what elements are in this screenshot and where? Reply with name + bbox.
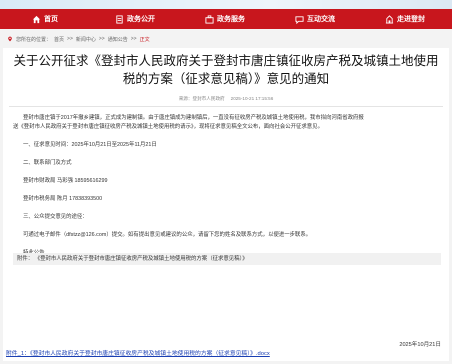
section-2-heading: 二、联系部门及方式 bbox=[23, 160, 72, 166]
breadcrumb-separator: >> bbox=[130, 36, 137, 42]
service-icon bbox=[205, 14, 214, 24]
attachment-download: 附件_1：《登封市人民政府关于登封市唐庄镇征收房产税及城镇土地使用税的方案（征求… bbox=[6, 348, 270, 357]
nav-item-gov-open[interactable]: 政务公开 bbox=[90, 9, 180, 29]
attachment-label: 附件： bbox=[17, 256, 34, 262]
nav-label: 互动交流 bbox=[307, 16, 335, 23]
location-pin-icon bbox=[7, 36, 13, 42]
nav-item-interaction[interactable]: 互动交流 bbox=[270, 9, 360, 29]
breadcrumb-news-center[interactable]: 新闻中心 bbox=[76, 36, 96, 43]
main-nav: 首页 政务公开 政务服务 互动交流 走进登封 bbox=[0, 9, 452, 29]
email-submission-line: 可通过电子邮件（dfstzz@126.com）提交。如有提出意见或建议的公众，请… bbox=[23, 232, 312, 238]
nav-label: 首页 bbox=[44, 16, 58, 23]
nav-label: 政务服务 bbox=[217, 16, 245, 23]
breadcrumb-separator: >> bbox=[67, 36, 73, 42]
breadcrumb-home[interactable]: 首页 bbox=[54, 36, 64, 43]
nav-item-about[interactable]: 走进登封 bbox=[360, 9, 450, 29]
nav-item-home[interactable]: 首页 bbox=[0, 9, 90, 29]
nav-item-gov-service[interactable]: 政务服务 bbox=[180, 9, 270, 29]
article-card: 关于公开征求《登封市人民政府关于登封市唐庄镇征收房产税及城镇土地使用税的方案（征… bbox=[3, 48, 449, 361]
building-icon bbox=[385, 14, 394, 24]
breadcrumb-notices[interactable]: 通知公告 bbox=[108, 36, 128, 43]
article-title: 关于公开征求《登封市人民政府关于登封市唐庄镇征收房产税及城镇土地使用税的方案（征… bbox=[13, 54, 439, 86]
breadcrumb: 您所在的位置： 首页 >> 新闻中心 >> 通知公告 >> 正文 bbox=[7, 34, 150, 44]
attachment-download-link[interactable]: 附件_1：《登封市人民政府关于登封市唐庄镇征收房产税及城镇土地使用税的方案（征求… bbox=[6, 351, 270, 357]
article-meta: 来源：登封市人民政府 2025-10-21 17:15:56 bbox=[3, 96, 449, 102]
header-banner bbox=[0, 0, 452, 9]
home-icon bbox=[32, 15, 41, 24]
section-1-heading: 一、征求意见时间：2025年10月21日至2025年11月21日 bbox=[23, 142, 157, 148]
article-sign-date: 2025年10月21日 bbox=[399, 342, 441, 348]
contact-tax-bureau: 登封市税务局 陈月 17838393500 bbox=[23, 196, 103, 202]
nav-label: 走进登封 bbox=[397, 16, 425, 23]
chat-icon bbox=[295, 15, 304, 24]
article-date: 2025-10-21 17:15:56 bbox=[230, 96, 274, 101]
article-source: 来源：登封市人民政府 bbox=[178, 96, 225, 101]
title-divider bbox=[9, 106, 443, 107]
breadcrumb-prefix: 您所在的位置： bbox=[16, 36, 52, 43]
breadcrumb-separator: >> bbox=[98, 36, 105, 42]
breadcrumb-current: 正文 bbox=[139, 36, 150, 43]
nav-label: 政务公开 bbox=[127, 16, 155, 23]
attachment-box: 附件： 《登封市人民政府关于登封市唐庄镇征收房产税及城镇土地使用税的方案（征求意… bbox=[13, 253, 441, 265]
section-3-heading: 三、公众提交意见的途径： bbox=[23, 214, 88, 220]
paragraph-1-line-1: 登封市唐庄镇于2017年撤乡建镇，正式成为建制镇。由于唐庄镇成为建制镇后，一直没… bbox=[23, 115, 364, 121]
contact-finance-bureau: 登封市财政局 马彩强 18595616299 bbox=[23, 178, 108, 184]
document-icon bbox=[115, 14, 124, 24]
attachment-link[interactable]: 《登封市人民政府关于登封市唐庄镇征收房产税及城镇土地使用税的方案（征求意见稿）》 bbox=[35, 256, 248, 262]
paragraph-1-line-2: 送《登封市人民政府关于登封市唐庄镇征收房产税及城镇土地使用税的请示》，现将征求意… bbox=[13, 124, 323, 130]
